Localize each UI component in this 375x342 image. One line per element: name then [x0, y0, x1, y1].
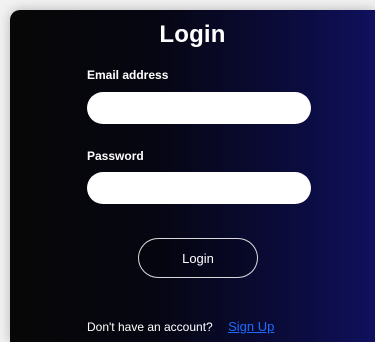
- page-title: Login: [159, 21, 226, 48]
- signup-link[interactable]: Sign Up: [228, 319, 274, 334]
- password-field[interactable]: [87, 172, 311, 204]
- login-card: Login Email address Password Login Don't…: [10, 10, 375, 342]
- signup-prompt: Don't have an account?: [87, 320, 213, 334]
- signup-row: Don't have an account? Sign Up: [87, 319, 274, 334]
- email-field[interactable]: [87, 92, 311, 124]
- email-label: Email address: [87, 68, 169, 82]
- password-label: Password: [87, 149, 144, 163]
- login-button[interactable]: Login: [138, 238, 258, 278]
